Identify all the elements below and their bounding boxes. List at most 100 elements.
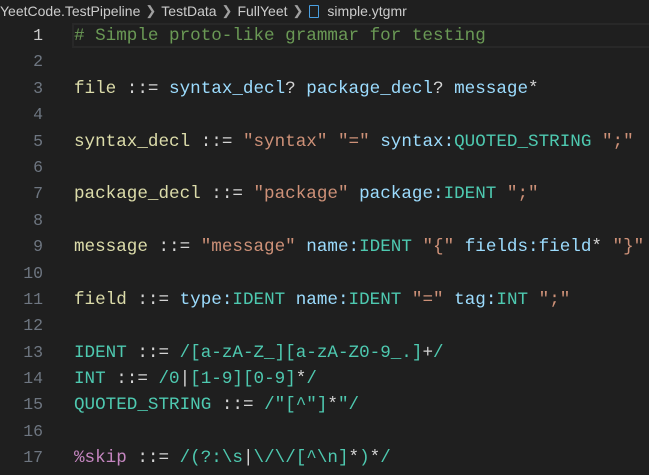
token-op [444,290,455,310]
line-number: 1 [33,26,43,45]
token-ref: syntax: [380,131,455,152]
token-op: * [295,369,307,390]
token-re: [1-9][0-9] [190,369,296,390]
token-tok: INT [496,289,529,310]
token-op [412,237,423,257]
token-ref: package_decl [306,78,433,99]
token-op [528,290,539,310]
token-re: / [306,369,317,390]
breadcrumb: YeetCode.TestPipeline ❯ TestData ❯ FullY… [0,0,649,22]
line-number: 7 [33,184,43,204]
token-rule: package_decl [74,184,201,205]
token-op: ::= [190,131,243,152]
code-line[interactable]: 1 # Simple proto-like grammar for testing [0,23,649,49]
token-op: ::= [211,395,265,416]
line-number: 5 [33,131,43,151]
code-line[interactable]: 10 [0,261,649,287]
line-code: field ::= type:IDENT name:IDENT "=" tag:… [74,287,570,313]
token-str: ";" [538,289,571,310]
line-number: 15 [23,395,43,415]
line-number: 13 [23,342,43,362]
token-op [496,184,507,204]
line-number: 14 [23,369,43,389]
line-number: 9 [33,237,43,257]
token-str: ";" [506,184,539,205]
token-re: ) [359,448,370,469]
code-line[interactable]: 11 field ::= type:IDENT name:IDENT "=" ta… [0,287,649,313]
code-line[interactable]: 5 syntax_decl ::= "syntax" "=" syntax:QUO… [0,129,649,155]
code-line[interactable]: 8 [0,208,649,234]
token-op: | [242,448,254,469]
token-ref: fields:field [464,237,592,258]
code-editor[interactable]: 1 # Simple proto-like grammar for testing… [0,23,649,472]
line-number: 4 [33,105,43,125]
code-line[interactable]: 2 [0,49,649,75]
line-code: syntax_decl ::= "syntax" "=" syntax:QUOT… [74,129,634,155]
token-tok: INT [74,369,106,390]
token-ref: name: [306,237,360,258]
code-line[interactable]: 7 package_decl ::= "package" package:IDEN… [0,181,649,207]
token-tok: IDENT [348,289,402,310]
breadcrumb-item-file[interactable]: simple.ytgmr [327,3,406,19]
token-tok: IDENT [74,342,127,363]
code-line[interactable]: 9 message ::= "message" name:IDENT "{" fi… [0,234,649,260]
breadcrumb-item-subfolder[interactable]: FullYeet [237,3,287,19]
line-number: 16 [23,421,43,441]
token-op: | [179,369,191,390]
token-str: "syntax" [242,131,328,152]
code-line[interactable]: 15 QUOTED_STRING ::= /"[^"]*"/ [0,392,649,418]
token-str: "{" [422,237,455,258]
line-number: 3 [33,78,43,98]
breadcrumb-item-folder[interactable]: TestData [161,3,216,19]
token-op [285,290,296,310]
token-op: ::= [200,184,254,205]
line-code: IDENT ::= /[a-zA-Z_][a-zA-Z0-9_.]+/ [74,340,444,366]
token-re: /[a-zA-Z_][a-zA-Z0-9_.] [179,342,423,363]
token-op [591,132,602,152]
line-code: file ::= syntax_decl? package_decl? mess… [74,76,539,102]
token-tok: QUOTED_STRING [74,395,212,416]
code-line[interactable]: 14 INT ::= /0|[1-9][0-9]*/ [0,366,649,392]
breadcrumb-item-project[interactable]: YeetCode.TestPipeline [0,3,140,19]
line-number: 6 [33,157,43,177]
token-str: "package" [253,184,349,205]
token-op: * [591,237,613,258]
code-line[interactable]: 17 %skip ::= /(?:\s|\/\/[^\n]*)*/ [0,445,649,471]
token-op [296,237,307,257]
token-rule: field [74,289,127,310]
line-code: # Simple proto-like grammar for testing [74,23,486,49]
line-code: package_decl ::= "package" package:IDENT… [74,181,539,207]
token-str: "=" [337,131,370,152]
token-op: ::= [126,342,180,363]
token-ref: syntax_decl [169,78,286,99]
token-ref: name: [295,289,349,310]
token-ref: tag: [454,289,497,310]
token-comment: # Simple proto-like grammar for testing [74,26,486,46]
line-number: 8 [33,210,43,230]
token-op: ? [285,78,307,99]
code-line[interactable]: 13 IDENT ::= /[a-zA-Z_][a-zA-Z0-9_.]+/ [0,340,649,366]
token-op: ::= [126,289,180,310]
code-line[interactable]: 6 [0,155,649,181]
token-op: * [348,448,360,469]
token-op: ::= [126,448,180,469]
token-str: ";" [601,131,634,152]
line-number: 12 [23,316,43,336]
token-op [370,132,381,152]
code-line[interactable]: 3 file ::= syntax_decl? package_decl? mes… [0,76,649,102]
token-str: "message" [200,237,296,258]
token-str: "=" [411,289,444,310]
token-op: ::= [116,78,170,99]
token-tok: IDENT [443,184,497,205]
code-line[interactable]: 16 [0,419,649,445]
code-line[interactable]: 4 [0,102,649,128]
file-icon [309,4,320,18]
chevron-right-icon: ❯ [145,3,157,18]
code-line[interactable]: 12 [0,313,649,339]
token-ref: type: [179,289,233,310]
token-rule: file [74,78,117,99]
token-op: ? [433,78,455,99]
token-tok: IDENT [359,237,412,258]
line-number: 10 [23,263,43,283]
token-re: /(?:\s [179,448,243,469]
